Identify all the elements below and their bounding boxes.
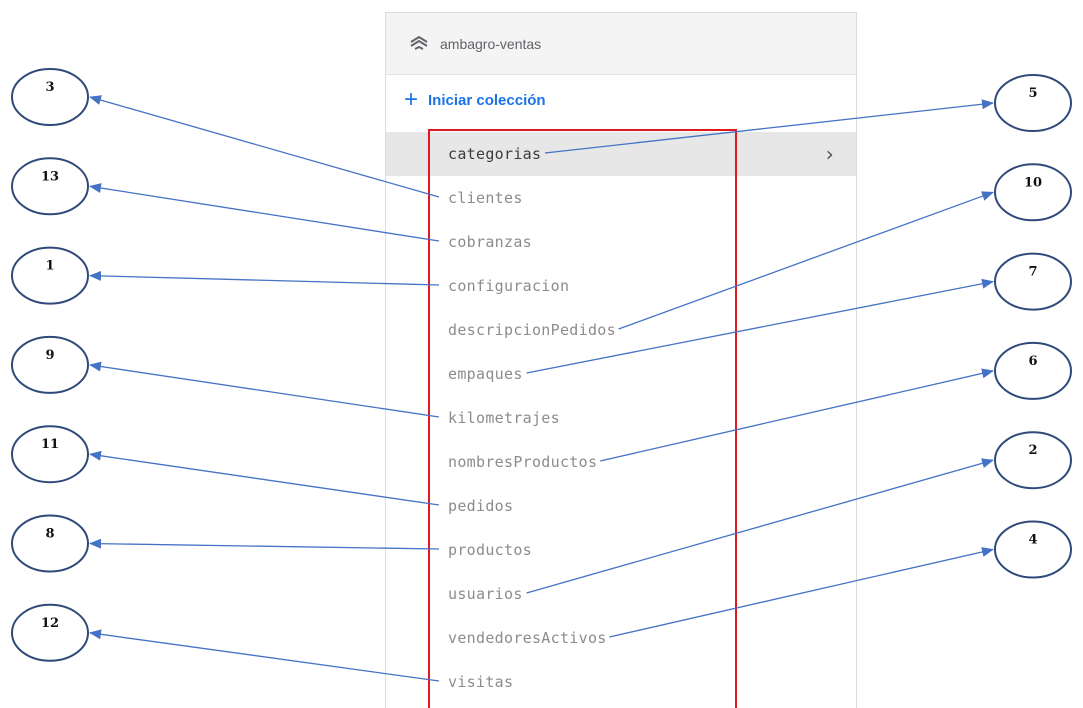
callout-arrow xyxy=(609,547,994,638)
callout-arrow xyxy=(89,450,440,506)
callout-circle xyxy=(11,514,89,573)
callout-7: 7 xyxy=(526,252,1072,374)
callout-arrow xyxy=(618,191,994,330)
callout-arrow xyxy=(526,458,994,594)
callout-12: 12 xyxy=(11,603,440,682)
callout-10: 10 xyxy=(618,163,1072,330)
callout-arrow xyxy=(89,361,440,418)
callout-number: 1 xyxy=(45,259,54,274)
callout-5: 5 xyxy=(544,74,1072,154)
callout-number: 2 xyxy=(1028,443,1037,458)
callout-circle xyxy=(11,603,89,662)
callout-6: 6 xyxy=(600,341,1072,462)
callout-1: 1 xyxy=(11,246,440,305)
callout-4: 4 xyxy=(609,520,1072,638)
callout-number: 12 xyxy=(41,616,59,631)
callout-number: 11 xyxy=(41,437,59,452)
callout-9: 9 xyxy=(11,335,440,418)
callout-arrow xyxy=(600,368,994,462)
callout-11: 11 xyxy=(11,425,440,506)
callout-circle xyxy=(11,246,89,305)
callout-number: 6 xyxy=(1028,354,1037,369)
callout-number: 9 xyxy=(45,348,54,363)
callout-circle xyxy=(994,74,1072,132)
callout-arrow xyxy=(89,95,440,198)
callout-circle xyxy=(11,335,89,394)
callout-arrow xyxy=(89,538,440,550)
callout-circle xyxy=(994,431,1072,490)
callout-arrow xyxy=(544,99,994,154)
callout-circle xyxy=(994,163,1072,222)
callout-number: 8 xyxy=(45,527,54,542)
callout-overlay: 3 13 1 9 11 8 12 5 10 7 6 2 4 xyxy=(11,68,1072,682)
callout-circle xyxy=(11,68,89,126)
callout-number: 4 xyxy=(1028,533,1037,548)
callout-number: 13 xyxy=(41,169,59,184)
callout-arrow xyxy=(89,629,440,682)
callout-number: 7 xyxy=(1028,265,1037,280)
callout-circle xyxy=(11,157,89,216)
callout-number: 10 xyxy=(1024,175,1042,190)
callout-13: 13 xyxy=(11,157,440,242)
callout-arrow xyxy=(89,270,440,286)
callout-circle xyxy=(994,520,1072,579)
callout-arrow xyxy=(89,183,440,242)
callout-circle xyxy=(994,252,1072,311)
callout-arrow xyxy=(526,278,994,374)
callout-number: 3 xyxy=(45,80,54,95)
callout-8: 8 xyxy=(11,514,440,573)
callout-number: 5 xyxy=(1028,86,1037,101)
callout-2: 2 xyxy=(526,431,1072,594)
callout-circle xyxy=(11,425,89,484)
callout-circle xyxy=(994,341,1072,400)
